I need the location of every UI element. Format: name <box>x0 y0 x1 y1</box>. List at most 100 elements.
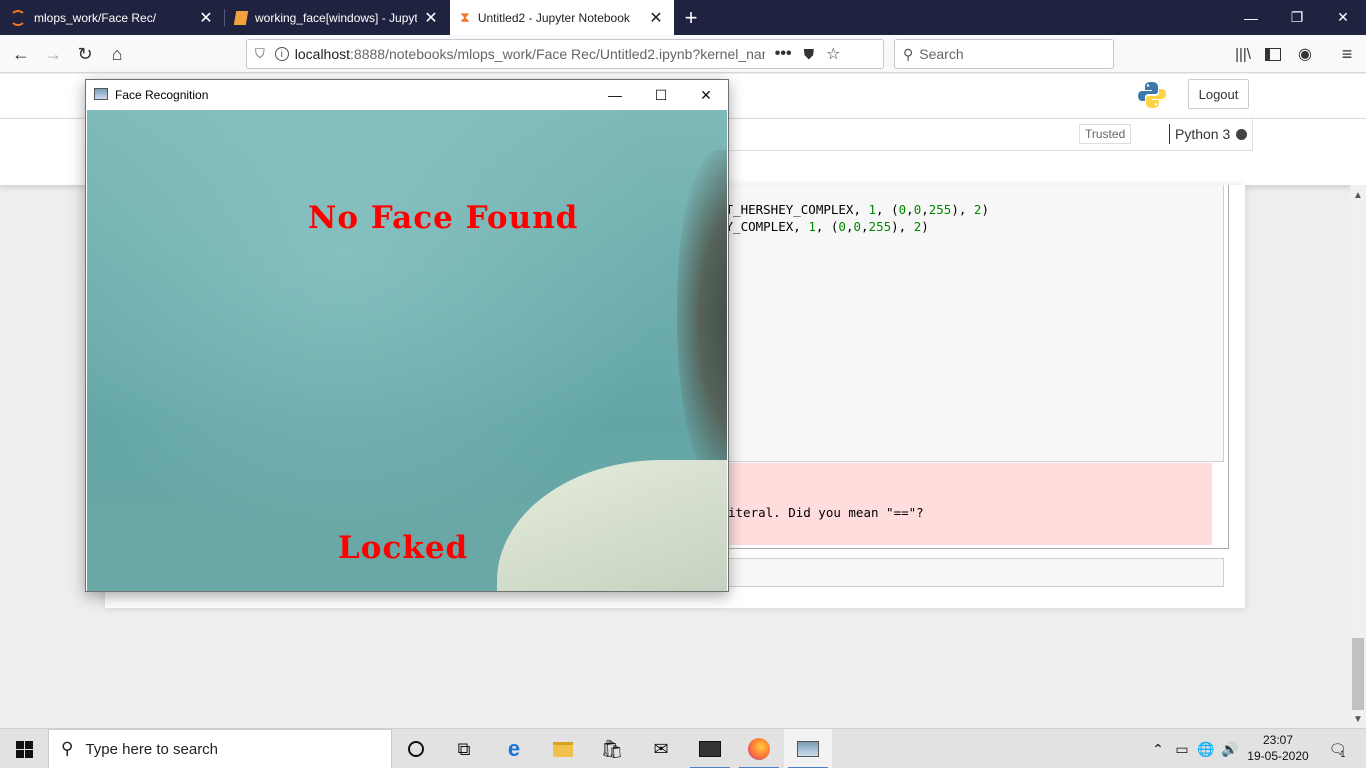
close-icon[interactable]: ✕ <box>198 10 214 27</box>
kernel-name[interactable]: Python 3 <box>1169 124 1230 144</box>
no-face-found-label: No Face Found <box>308 200 579 236</box>
code-line: EY_COMPLEX, 1, (0,0,255), 2) <box>718 219 929 234</box>
edge-button[interactable]: e <box>490 729 538 768</box>
logout-button[interactable]: Logout <box>1188 79 1249 109</box>
taskbar-search[interactable]: ⚲ <box>48 729 392 768</box>
terminal-button[interactable] <box>686 729 734 768</box>
search-bar[interactable]: ⚲ <box>894 39 1114 69</box>
notebook-icon <box>233 10 249 25</box>
search-input[interactable] <box>919 46 1100 62</box>
firefox-button[interactable] <box>735 729 783 768</box>
app-window-icon <box>797 741 819 757</box>
opencv-window-button[interactable] <box>784 729 832 768</box>
globe-icon: 🌐 <box>1197 740 1215 757</box>
account-button[interactable]: ◉ <box>1290 39 1320 69</box>
forward-button[interactable]: → <box>38 39 68 69</box>
python-logo-icon <box>1137 80 1167 110</box>
taskbar-search-input[interactable] <box>85 740 366 758</box>
locked-label: Locked <box>338 530 469 566</box>
speaker-icon: 🔊 <box>1221 740 1239 757</box>
folder-icon <box>553 741 573 757</box>
reload-button[interactable]: ↻ <box>70 39 100 69</box>
url-bar[interactable]: ⛉ i localhost:8888/notebooks/mlops_work/… <box>246 39 884 69</box>
tab-title: Untitled2 - Jupyter Notebook <box>477 10 630 25</box>
hamburger-icon: ≡ <box>1341 43 1353 64</box>
close-button[interactable]: ✕ <box>683 80 729 110</box>
store-icon: 🛍 <box>600 738 624 759</box>
tab-mlops-work[interactable]: mlops_work/Face Rec/ ✕ <box>0 0 224 35</box>
browser-tab-strip: mlops_work/Face Rec/ ✕ working_face[wind… <box>0 0 1366 35</box>
jupyter-icon <box>10 9 26 26</box>
new-tab-button[interactable]: + <box>676 0 706 35</box>
close-window-button[interactable]: ✕ <box>1320 0 1366 35</box>
notification-count: 1 <box>1340 749 1346 759</box>
mail-button[interactable]: ✉ <box>637 729 685 768</box>
home-icon: ⌂ <box>111 43 123 64</box>
account-icon: ◉ <box>1298 46 1312 63</box>
webcam-frame: No Face Found Locked <box>87 110 727 591</box>
error-message: iteral. Did you mean "=="? <box>728 505 924 520</box>
tab-working-face[interactable]: working_face[windows] - Jupyter ✕ <box>225 0 449 35</box>
window-titlebar[interactable]: Face Recognition — ☐ ✕ <box>86 80 728 110</box>
terminal-icon <box>699 741 721 757</box>
star-icon[interactable]: ☆ <box>826 44 840 64</box>
arrow-right-icon: → <box>44 43 62 64</box>
task-view-button[interactable]: ⧉ <box>440 729 488 768</box>
pocket-icon[interactable]: ⛊ <box>804 46 815 63</box>
scroll-down-icon[interactable]: ▼ <box>1350 711 1366 727</box>
clock-time: 23:07 <box>1262 733 1294 747</box>
close-icon[interactable]: ✕ <box>648 10 664 27</box>
restore-button[interactable]: ❐ <box>1274 0 1320 35</box>
app-window-icon <box>94 88 108 100</box>
browser-toolbar: ← → ↻ ⌂ ⛉ i localhost:8888/notebooks/mlo… <box>0 35 1366 73</box>
chevron-up-icon: ⌃ <box>1152 740 1164 757</box>
url-host: localhost <box>294 46 351 62</box>
maximize-button[interactable]: ☐ <box>638 80 684 110</box>
url-path: :8888/notebooks/mlops_work/Face Rec/Unti… <box>350 46 765 62</box>
scrollbar-thumb[interactable] <box>1352 638 1364 710</box>
home-button[interactable]: ⌂ <box>102 39 132 69</box>
face-recognition-window: Face Recognition — ☐ ✕ No Face Found Loc… <box>85 79 729 592</box>
action-center-button[interactable]: 🗨 1 <box>1322 729 1352 768</box>
scroll-up-icon[interactable]: ▲ <box>1350 187 1366 203</box>
edge-icon: e <box>507 736 521 761</box>
battery-button[interactable]: ▭ <box>1172 729 1192 768</box>
minimize-button[interactable]: — <box>592 80 638 110</box>
firefox-icon <box>748 738 770 760</box>
windows-logo-icon <box>15 740 33 758</box>
more-actions-icon[interactable]: ••• <box>775 45 792 63</box>
menu-button[interactable]: ≡ <box>1332 39 1362 69</box>
start-button[interactable] <box>0 729 48 768</box>
code-line: NT_HERSHEY_COMPLEX, 1, (0,0,255), 2) <box>718 202 989 217</box>
taskbar-clock[interactable]: 23:07 19-05-2020 <box>1242 732 1314 764</box>
volume-button[interactable]: 🔊 <box>1220 729 1240 768</box>
close-icon[interactable]: ✕ <box>423 10 439 27</box>
tab-title: mlops_work/Face Rec/ <box>34 10 157 25</box>
network-button[interactable]: 🌐 <box>1196 729 1216 768</box>
mail-icon: ✉ <box>653 738 669 759</box>
task-view-icon: ⧉ <box>457 738 471 759</box>
clock-date: 19-05-2020 <box>1247 749 1309 763</box>
person-hair <box>677 150 727 490</box>
search-icon: ⚲ <box>61 739 74 758</box>
sidebar-icon <box>1265 47 1281 61</box>
url-text[interactable]: localhost:8888/notebooks/mlops_work/Face… <box>295 46 765 62</box>
show-hidden-icons-button[interactable]: ⌃ <box>1148 729 1168 768</box>
kernel-status-icon <box>1236 129 1247 140</box>
tab-title: working_face[windows] - Jupyter <box>255 10 417 25</box>
file-explorer-button[interactable] <box>539 729 587 768</box>
sidebar-button[interactable] <box>1258 39 1288 69</box>
library-icon: |||\ <box>1235 45 1251 63</box>
windows-taskbar: ⚲ ⧉ e 🛍 ✉ ⌃ ▭ 🌐 🔊 23:07 19-05-2020 🗨 1 <box>0 728 1366 768</box>
library-button[interactable]: |||\ <box>1228 39 1258 69</box>
info-icon: i <box>274 47 289 61</box>
person-shoulder <box>497 460 727 591</box>
reload-icon: ↻ <box>77 43 93 64</box>
tab-untitled2[interactable]: ⧗ Untitled2 - Jupyter Notebook ✕ <box>450 0 674 35</box>
trusted-badge[interactable]: Trusted <box>1079 124 1132 144</box>
store-button[interactable]: 🛍 <box>588 729 636 768</box>
arrow-left-icon: ← <box>12 43 30 64</box>
cortana-button[interactable] <box>392 729 440 768</box>
minimize-button[interactable]: — <box>1228 0 1274 35</box>
back-button[interactable]: ← <box>6 39 36 69</box>
